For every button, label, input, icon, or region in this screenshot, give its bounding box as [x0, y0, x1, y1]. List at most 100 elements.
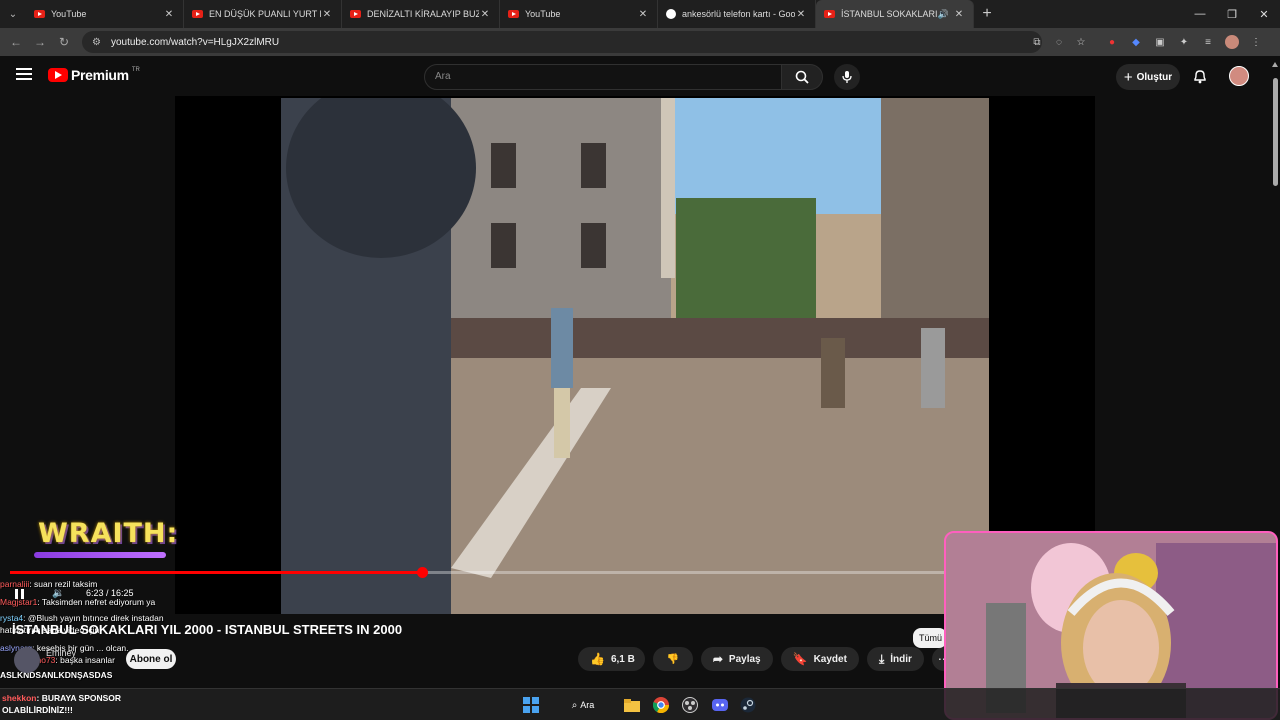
video-scene-image: [281, 98, 989, 614]
wraith-overlay-bar: [34, 552, 166, 558]
microphone-icon: [842, 71, 852, 83]
chrome-icon[interactable]: [651, 695, 671, 715]
youtube-favicon-icon: [824, 10, 835, 18]
chat-message: parnaliii: suan rezil taksim: [0, 579, 98, 589]
channel-avatar[interactable]: [14, 647, 40, 673]
chat-message: shekkon: BURAYA SPONSOR: [2, 693, 122, 703]
tab-2[interactable]: EN DÜŞÜK PUANLI YURT DIŞI T ✕: [184, 0, 342, 28]
youtube-favicon-icon: [192, 10, 203, 18]
close-tab-icon[interactable]: ✕: [321, 9, 333, 20]
like-count: 6,1 B: [610, 653, 635, 665]
tab-label: YouTube: [51, 9, 87, 19]
youtube-favicon-icon: [34, 10, 45, 18]
close-tab-icon[interactable]: ✕: [163, 9, 175, 20]
video-frame[interactable]: [281, 98, 989, 614]
window-controls: — ❐ ✕: [1184, 0, 1280, 28]
wraith-overlay-text: WRAITH:: [38, 518, 179, 549]
close-window-icon[interactable]: ✕: [1248, 0, 1280, 28]
steam-icon[interactable]: [738, 695, 758, 715]
extensions-puzzle-icon[interactable]: ✦: [1172, 37, 1196, 48]
stream-chat-overlay-bottom: shekkon: BURAYA SPONSOR OLABİLİRDİNİZ!!!: [2, 692, 121, 716]
minimize-icon[interactable]: —: [1184, 0, 1216, 28]
site-info-icon[interactable]: ⚙: [92, 37, 101, 48]
tab-5[interactable]: ankesörlü telefon kartı - Google ✕: [658, 0, 816, 28]
search-icon: ⌕: [571, 699, 578, 711]
browser-menu-icon[interactable]: ⋮: [1244, 37, 1268, 48]
chat-message: Magjstar1: Taksimden nefret ediyorum ya: [0, 597, 156, 607]
close-tab-icon[interactable]: ✕: [637, 9, 649, 20]
browser-tab-bar: ⌄ YouTube ✕ EN DÜŞÜK PUANLI YURT DIŞI T …: [0, 0, 1280, 28]
close-tab-icon[interactable]: ✕: [795, 9, 807, 20]
share-button[interactable]: ➦ Paylaş: [700, 647, 773, 671]
scroll-up-arrow-icon[interactable]: [1272, 62, 1278, 67]
windows-taskbar: ⌕ Ara: [0, 688, 1280, 720]
eye-off-icon[interactable]: ◌: [1048, 37, 1070, 48]
install-icon[interactable]: ⧉: [1026, 37, 1048, 48]
video-actions: 👍6,1 B 👎 ➦Paylaş 🔖Kaydet ⤓İndir ⋯: [578, 647, 956, 671]
back-icon[interactable]: ←: [4, 35, 28, 49]
browser-toolbar: ← → ↻ ⚙ youtube.com/watch?v=HLgJX2zlMRU …: [0, 28, 1280, 56]
voice-search-button[interactable]: [834, 64, 860, 90]
close-tab-icon[interactable]: ✕: [479, 9, 491, 20]
scrollbar-thumb[interactable]: [1273, 78, 1278, 186]
translate-extension-icon[interactable]: ◆: [1124, 37, 1148, 48]
share-arrow-icon: ➦: [712, 652, 723, 666]
progress-fill: [10, 571, 423, 574]
tab-6-active[interactable]: İSTANBUL SOKAKLARI YIL 2 🔊 ✕: [816, 0, 974, 28]
youtube-header: Premium TR Ara + Oluştur: [0, 56, 1280, 96]
filter-chip-all[interactable]: Tümü: [913, 628, 947, 648]
subscribe-button[interactable]: Abone ol: [126, 649, 176, 669]
account-avatar[interactable]: [1229, 66, 1249, 86]
reload-icon[interactable]: ↻: [52, 35, 76, 49]
create-button[interactable]: + Oluştur: [1116, 64, 1180, 90]
save-button[interactable]: 🔖 Kaydet: [780, 647, 859, 671]
thumbs-up-icon: 👍: [590, 652, 605, 666]
search-input[interactable]: Ara: [424, 64, 782, 90]
extension-icon[interactable]: ▣: [1148, 37, 1172, 48]
media-control-icon[interactable]: ≡: [1196, 37, 1220, 48]
tab-search-icon[interactable]: ⌄: [0, 0, 26, 28]
tab-3[interactable]: DENİZALTI KİRALAYIP BUZULA ✕: [342, 0, 500, 28]
video-title: İSTANBUL SOKAKLARI YIL 2000 - ISTANBUL S…: [12, 622, 403, 637]
forward-icon[interactable]: →: [28, 35, 52, 49]
address-bar-actions: ⧉ ◌ ☆: [1026, 28, 1092, 56]
thumbs-down-icon: 👎: [666, 653, 680, 665]
file-explorer-icon[interactable]: [622, 695, 642, 715]
youtube-favicon-icon: [508, 10, 519, 18]
chat-message: OLABİLİRDİNİZ!!!: [2, 705, 73, 715]
bookmark-icon: 🔖: [792, 652, 808, 666]
like-button[interactable]: 👍 6,1 B: [578, 647, 645, 671]
discord-icon[interactable]: [710, 695, 730, 715]
notifications-bell-icon[interactable]: [1192, 68, 1208, 84]
address-bar[interactable]: ⚙ youtube.com/watch?v=HLgJX2zlMRU: [82, 31, 1042, 53]
tab-label: EN DÜŞÜK PUANLI YURT DIŞI T: [209, 9, 321, 19]
download-icon: ⤓: [878, 651, 885, 666]
tab-label: YouTube: [525, 9, 561, 19]
extensions-area: ● ◆ ▣ ✦ ≡ ⋮: [1100, 28, 1268, 56]
restore-icon[interactable]: ❐: [1216, 0, 1248, 28]
logo-text: Premium: [71, 67, 129, 83]
taskbar-search-button[interactable]: ⌕ Ara: [565, 695, 601, 715]
speaker-icon[interactable]: 🔊: [938, 9, 949, 20]
search-button[interactable]: [781, 64, 823, 90]
bookmark-star-icon[interactable]: ☆: [1070, 37, 1092, 48]
record-extension-icon[interactable]: ●: [1100, 37, 1124, 48]
channel-name[interactable]: Eminey: [46, 648, 76, 658]
youtube-favicon-icon: [350, 10, 361, 18]
youtube-logo[interactable]: Premium TR: [48, 67, 140, 83]
tab-label: DENİZALTI KİRALAYIP BUZULA: [367, 9, 479, 19]
download-button[interactable]: ⤓ İndir: [866, 647, 924, 671]
tab-4[interactable]: YouTube ✕: [500, 0, 658, 28]
obs-icon[interactable]: [680, 695, 700, 715]
dislike-button[interactable]: 👎: [652, 647, 693, 671]
menu-hamburger-icon[interactable]: [16, 68, 32, 80]
windows-start-icon[interactable]: [521, 695, 541, 715]
new-tab-button[interactable]: +: [974, 5, 1000, 23]
create-label: Oluştur: [1136, 71, 1173, 83]
url-text: youtube.com/watch?v=HLgJX2zlMRU: [110, 36, 280, 48]
search-icon: [795, 70, 809, 84]
close-tab-icon[interactable]: ✕: [953, 9, 965, 20]
video-progress-bar[interactable]: [10, 567, 1070, 578]
profile-avatar[interactable]: [1225, 35, 1239, 49]
tab-1[interactable]: YouTube ✕: [26, 0, 184, 28]
